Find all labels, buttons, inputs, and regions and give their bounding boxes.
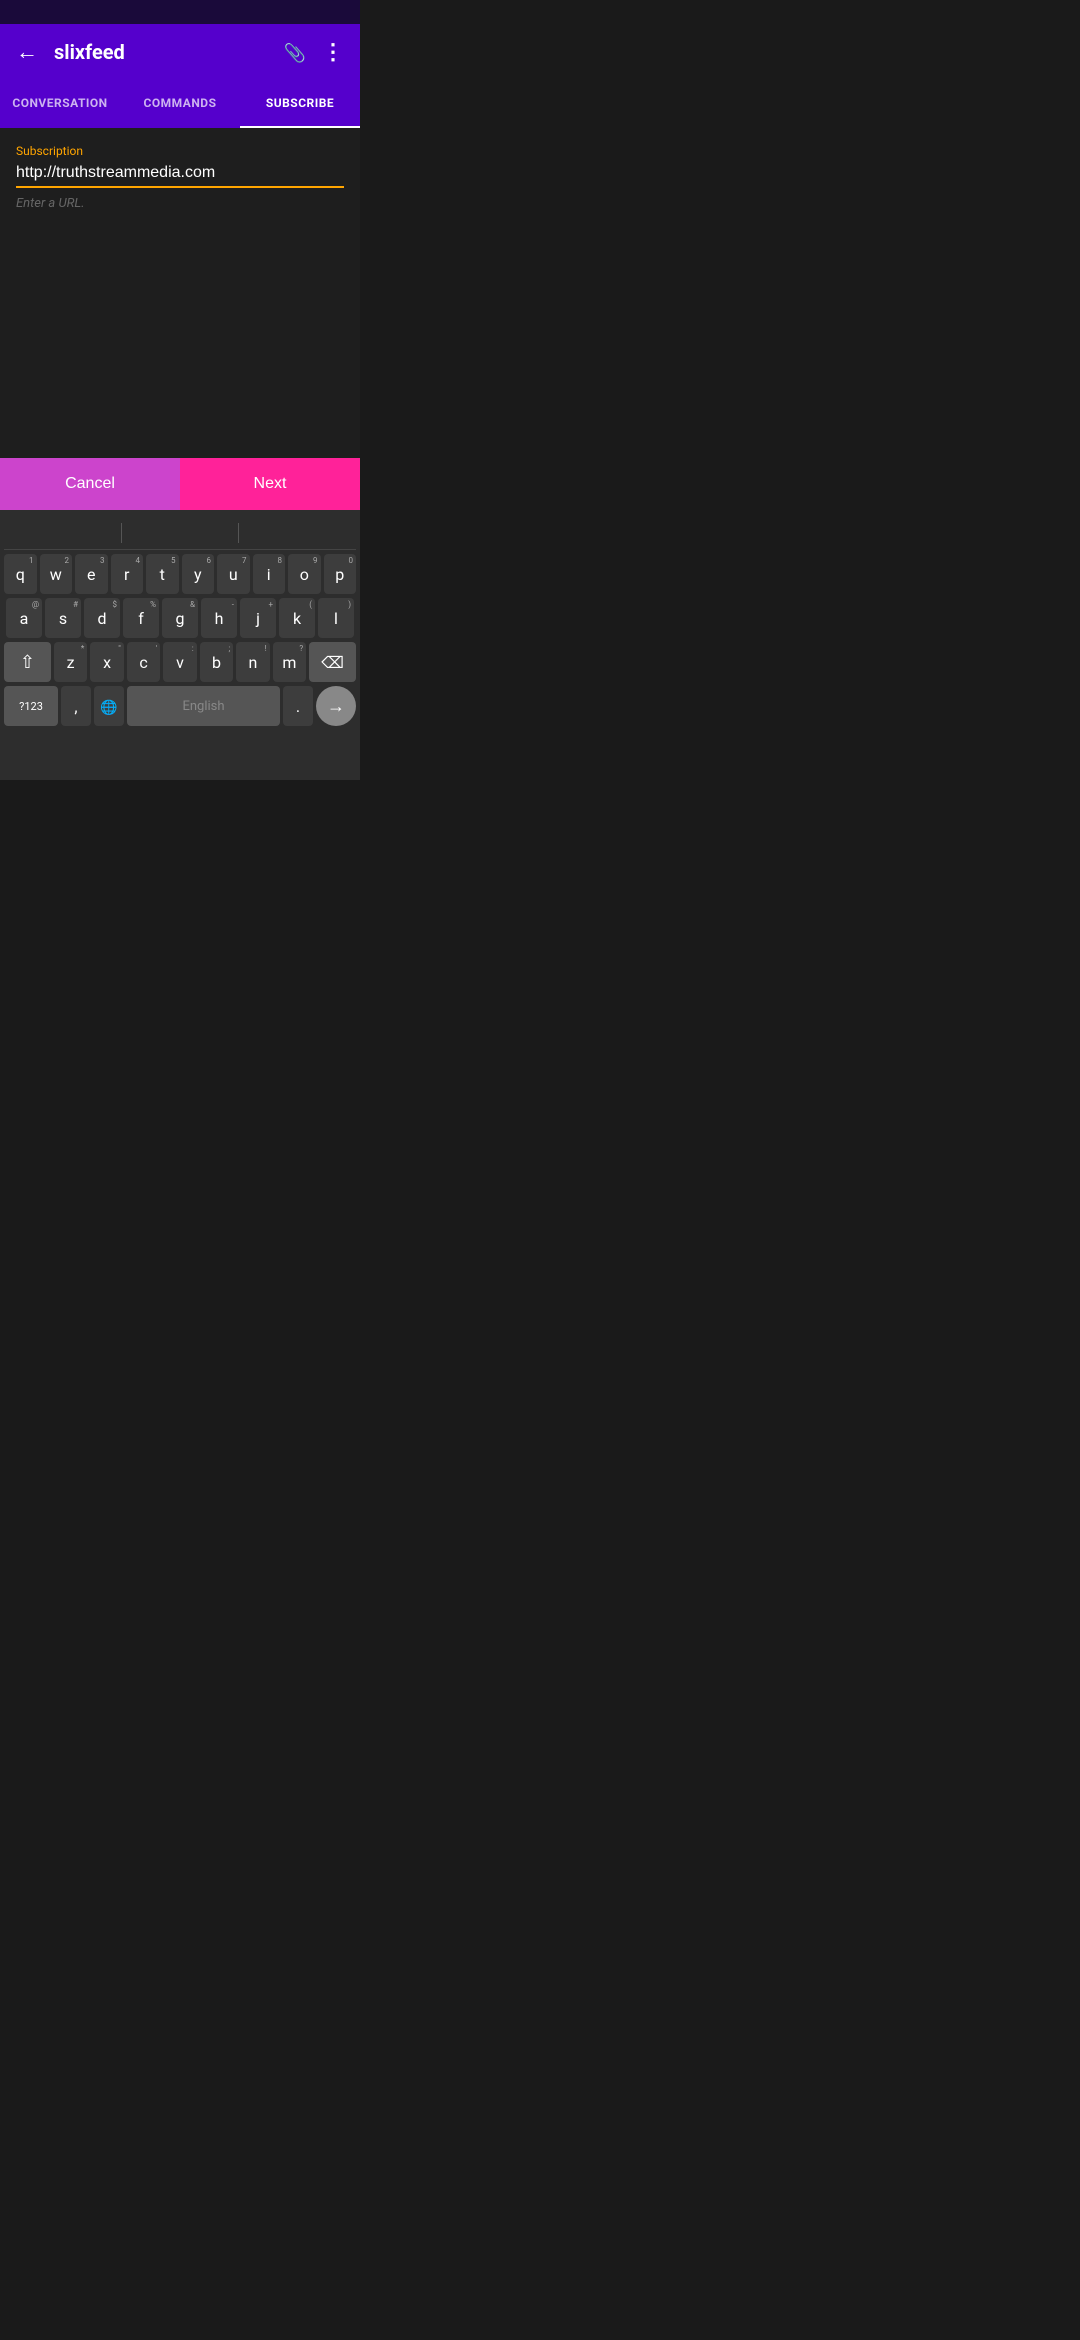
tab-subscribe[interactable]: SUBSCRIBE: [240, 80, 360, 126]
tab-conversation[interactable]: CONVERSATION: [0, 80, 120, 126]
key-row-2: @a #s $d %f &g -h +j (k )l: [4, 598, 356, 638]
key-l[interactable]: )l: [318, 598, 354, 638]
back-button[interactable]: [16, 39, 38, 65]
shift-icon: [20, 652, 35, 673]
key-v[interactable]: :v: [163, 642, 196, 682]
key-row-1: 1q 2w 3e 4r 5t 6y 7u 8i 9o 0p: [4, 554, 356, 594]
suggestion-divider-2: [238, 523, 239, 543]
url-input-container: [16, 162, 344, 188]
key-t[interactable]: 5t: [146, 554, 179, 594]
key-g[interactable]: &g: [162, 598, 198, 638]
url-placeholder: Enter a URL.: [16, 196, 344, 211]
key-h[interactable]: -h: [201, 598, 237, 638]
key-d[interactable]: $d: [84, 598, 120, 638]
url-input[interactable]: [16, 164, 344, 182]
keyboard: 1q 2w 3e 4r 5t 6y 7u 8i 9o 0p @a #s $d %…: [0, 510, 360, 780]
key-w[interactable]: 2w: [40, 554, 73, 594]
space-key[interactable]: English: [127, 686, 280, 726]
key-a[interactable]: @a: [6, 598, 42, 638]
app-bar: slixfeed: [0, 24, 360, 80]
key-o[interactable]: 9o: [288, 554, 321, 594]
key-z[interactable]: *z: [54, 642, 87, 682]
globe-key[interactable]: [94, 686, 124, 726]
bottom-buttons: Cancel Next: [0, 458, 360, 510]
key-m[interactable]: ?m: [273, 642, 306, 682]
key-b[interactable]: ;b: [200, 642, 233, 682]
app-title: slixfeed: [54, 40, 268, 64]
next-button[interactable]: Next: [180, 458, 360, 510]
keyboard-suggestions: [4, 516, 356, 550]
tab-commands[interactable]: COMMANDS: [120, 80, 240, 126]
more-icon[interactable]: [322, 40, 344, 65]
key-k[interactable]: (k: [279, 598, 315, 638]
subscription-label: Subscription: [16, 144, 344, 158]
key-row-4: ?123 , English .: [4, 686, 356, 726]
key-r[interactable]: 4r: [111, 554, 144, 594]
globe-icon: [100, 697, 117, 716]
key-n[interactable]: !n: [236, 642, 269, 682]
key-c[interactable]: 'c: [127, 642, 160, 682]
cancel-button[interactable]: Cancel: [0, 458, 180, 510]
key-i[interactable]: 8i: [253, 554, 286, 594]
key-p[interactable]: 0p: [324, 554, 357, 594]
keyboard-rows: 1q 2w 3e 4r 5t 6y 7u 8i 9o 0p @a #s $d %…: [4, 554, 356, 726]
enter-icon: [327, 696, 345, 717]
status-bar: [0, 0, 360, 24]
comma-key[interactable]: ,: [61, 686, 91, 726]
app-bar-icons: [284, 40, 344, 65]
attach-icon[interactable]: [284, 40, 306, 64]
symbols-key[interactable]: ?123: [4, 686, 58, 726]
key-f[interactable]: %f: [123, 598, 159, 638]
key-row-3: *z "x 'c :v ;b !n ?m: [4, 642, 356, 682]
shift-key[interactable]: [4, 642, 51, 682]
tab-bar: CONVERSATION COMMANDS SUBSCRIBE: [0, 80, 360, 128]
key-x[interactable]: "x: [90, 642, 123, 682]
backspace-key[interactable]: [309, 642, 356, 682]
key-y[interactable]: 6y: [182, 554, 215, 594]
suggestion-divider-1: [121, 523, 122, 543]
key-s[interactable]: #s: [45, 598, 81, 638]
backspace-icon: [321, 653, 344, 672]
key-u[interactable]: 7u: [217, 554, 250, 594]
enter-key[interactable]: [316, 686, 356, 726]
key-e[interactable]: 3e: [75, 554, 108, 594]
period-key[interactable]: .: [283, 686, 313, 726]
key-j[interactable]: +j: [240, 598, 276, 638]
key-q[interactable]: 1q: [4, 554, 37, 594]
